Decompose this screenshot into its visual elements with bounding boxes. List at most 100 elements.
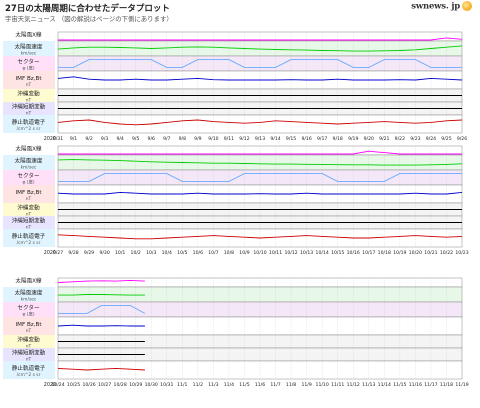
x-tick-label: 10/15 <box>331 250 344 256</box>
row-sublabel: /cm^2 s sr <box>17 372 41 378</box>
x-tick-label: 9/7 <box>163 136 170 142</box>
x-tick-label: 9/12 <box>239 136 249 142</box>
x-tick-label: 10/24 <box>51 382 64 388</box>
row-label: 太陽風速度 <box>15 157 43 165</box>
x-tick-label: 11/5 <box>239 382 249 388</box>
chart-row-7: 静止軌道電子/cm^2 s sr <box>3 228 463 248</box>
row-label: 静止軌道電子 <box>12 118 46 126</box>
x-tick-label: 11/7 <box>270 382 280 388</box>
x-tick-label: 10/7 <box>208 250 218 256</box>
row-sublabel: /cm^2 s sr <box>17 240 41 246</box>
x-tick-label: 10/27 <box>98 382 111 388</box>
chart-row-4: IMF Bz,BtnT <box>3 316 463 336</box>
x-tick-label: 10/21 <box>424 250 437 256</box>
x-tick-label: 9/13 <box>255 136 265 142</box>
x-tick-label: 9/10 <box>208 136 218 142</box>
chart-row-4: IMF Bz,BtnT <box>3 184 463 204</box>
row-label: 沖縄短期変動 <box>12 103 46 111</box>
x-tick-label: 11/17 <box>424 382 437 388</box>
row-label: 沖縄変動 <box>17 90 40 98</box>
chart-row-4: IMF Bz,BtnT <box>3 70 463 90</box>
x-tick-label: 9/16 <box>301 136 311 142</box>
x-tick-label: 9/29 <box>84 250 94 256</box>
row-label: 沖縄変動 <box>17 336 40 344</box>
x-tick-label: 11/11 <box>331 382 344 388</box>
chart-row-6: 沖縄短期変動nT <box>3 101 463 117</box>
solar-rotation-charts: 太陽風X線太陽風速度km/secセクターφ (度)IMF Bz,BtnT沖縄変動… <box>3 31 469 388</box>
chart-row-1: 太陽風X線 <box>3 31 463 42</box>
x-tick-label: 10/30 <box>145 382 158 388</box>
x-tick-label: 10/22 <box>440 250 453 256</box>
x-tick-label: 8/31 <box>53 136 63 142</box>
x-tick-label: 9/19 <box>348 136 358 142</box>
row-sublabel: km/sec <box>21 51 37 57</box>
chart-panel-3: 太陽風X線太陽風速度km/secセクターφ (度)IMF Bz,BtnT沖縄変動… <box>3 277 469 388</box>
chart-row-5: 沖縄変動nT <box>3 202 463 218</box>
x-tick-label: 11/13 <box>362 382 375 388</box>
x-tick-label: 9/18 <box>333 136 343 142</box>
x-tick-label: 11/3 <box>208 382 218 388</box>
row-label: IMF Bz,Bt <box>15 190 42 196</box>
x-tick-label: 9/2 <box>85 136 92 142</box>
row-label: セクター <box>17 58 40 66</box>
x-tick-label: 10/11 <box>269 250 282 256</box>
row-label: セクター <box>17 304 40 312</box>
x-tick-label: 9/4 <box>116 136 123 142</box>
row-sublabel: nT <box>26 196 32 202</box>
x-tick-label: 11/12 <box>347 382 360 388</box>
x-tick-label: 11/2 <box>193 382 203 388</box>
x-tick-label: 11/4 <box>224 382 234 388</box>
chart-row-6: 沖縄短期変動nT <box>3 215 463 231</box>
row-sublabel: φ (度) <box>22 179 34 186</box>
x-tick-label: 10/12 <box>284 250 297 256</box>
row-sublabel: φ (度) <box>22 65 34 72</box>
row-sublabel: /cm^2 s sr <box>17 126 41 132</box>
chart-row-7: 静止軌道電子/cm^2 s sr <box>3 114 463 134</box>
x-tick-label: 9/6 <box>148 136 155 142</box>
row-label: IMF Bz,Bt <box>15 322 42 328</box>
x-tick-label: 9/22 <box>395 136 405 142</box>
x-tick-label: 10/6 <box>193 250 203 256</box>
chart-row-5: 沖縄変動nT <box>3 88 463 104</box>
chart-panel-1: 太陽風X線太陽風速度km/secセクターφ (度)IMF Bz,BtnT沖縄変動… <box>3 31 467 142</box>
x-tick-label: 10/14 <box>316 250 329 256</box>
x-tick-label: 11/16 <box>409 382 422 388</box>
chart-row-5: 沖縄変動nT <box>3 334 463 350</box>
x-tick-label: 10/23 <box>455 250 468 256</box>
x-tick-label: 9/26 <box>457 136 467 142</box>
x-tick-label: 10/31 <box>160 382 173 388</box>
x-tick-label: 11/9 <box>301 382 311 388</box>
x-tick-label: 10/10 <box>253 250 266 256</box>
x-tick-label: 10/3 <box>146 250 156 256</box>
x-tick-label: 9/17 <box>317 136 327 142</box>
x-tick-label: 10/28 <box>114 382 127 388</box>
row-label: 静止軌道電子 <box>12 232 46 240</box>
row-label: 太陽風X線 <box>15 277 42 285</box>
row-label: 太陽風X線 <box>15 31 42 39</box>
x-tick-label: 10/25 <box>67 382 80 388</box>
row-sublabel: φ (度) <box>22 311 34 318</box>
x-tick-label: 10/19 <box>393 250 406 256</box>
row-sublabel: km/sec <box>21 165 37 171</box>
chart-row-6: 沖縄短期変動nT <box>3 347 463 363</box>
x-tick-label: 10/1 <box>115 250 125 256</box>
x-tick-label: 9/1 <box>70 136 77 142</box>
x-tick-label: 11/8 <box>286 382 296 388</box>
x-tick-label: 10/9 <box>239 250 249 256</box>
row-label: IMF Bz,Bt <box>15 76 42 82</box>
x-tick-label: 11/19 <box>455 382 468 388</box>
row-label: 沖縄短期変動 <box>12 217 46 225</box>
x-tick-label: 10/13 <box>300 250 313 256</box>
chart-row-1: 太陽風X線 <box>3 277 463 288</box>
x-tick-label: 9/27 <box>53 250 63 256</box>
x-tick-label: 9/14 <box>270 136 280 142</box>
x-tick-label: 11/6 <box>255 382 265 388</box>
x-tick-label: 9/21 <box>379 136 389 142</box>
row-sublabel: km/sec <box>21 297 37 303</box>
x-tick-label: 10/5 <box>177 250 187 256</box>
chart-row-7: 静止軌道電子/cm^2 s sr <box>3 360 463 380</box>
x-tick-label: 9/30 <box>99 250 109 256</box>
row-label: 静止軌道電子 <box>12 364 46 372</box>
x-tick-label: 9/3 <box>101 136 108 142</box>
x-tick-label: 10/20 <box>409 250 422 256</box>
